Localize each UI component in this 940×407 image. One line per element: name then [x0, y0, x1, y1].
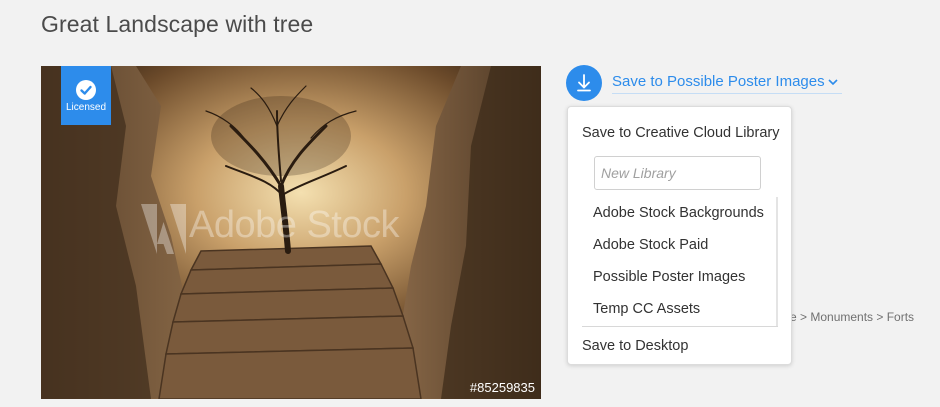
- save-to-library-dropdown[interactable]: Save to Possible Poster Images: [612, 73, 842, 94]
- library-item[interactable]: Possible Poster Images: [593, 269, 745, 285]
- download-icon: [577, 74, 591, 92]
- library-item[interactable]: Adobe Stock Backgrounds: [593, 205, 764, 221]
- licensed-badge: Licensed: [61, 66, 111, 125]
- creative-cloud-library-header[interactable]: Save to Creative Cloud Library: [582, 125, 779, 141]
- watermark-text: Adobe Stock: [189, 204, 399, 246]
- save-dropdown-menu: Save to Creative Cloud Library Adobe Sto…: [567, 106, 792, 365]
- save-to-desktop-item[interactable]: Save to Desktop: [582, 338, 688, 354]
- library-item[interactable]: Adobe Stock Paid: [593, 237, 708, 253]
- asset-id: #85259835: [469, 380, 535, 395]
- save-to-label: Save to Possible Poster Images: [612, 73, 825, 90]
- library-list[interactable]: Adobe Stock Backgrounds Adobe Stock Paid…: [582, 197, 778, 327]
- chevron-down-icon: [828, 78, 838, 85]
- download-button[interactable]: [566, 65, 602, 101]
- new-library-input[interactable]: [594, 156, 761, 190]
- page-title: Great Landscape with tree: [41, 11, 314, 37]
- licensed-label: Licensed: [65, 102, 107, 113]
- check-circle-icon: [76, 80, 96, 100]
- breadcrumb[interactable]: re > Monuments > Forts: [786, 310, 914, 324]
- stock-image[interactable]: Adobe Stock Licensed #85259835: [41, 66, 541, 399]
- menu-divider: [582, 326, 778, 327]
- adobe-logo-icon: [141, 204, 186, 254]
- library-item[interactable]: Temp CC Assets: [593, 301, 700, 317]
